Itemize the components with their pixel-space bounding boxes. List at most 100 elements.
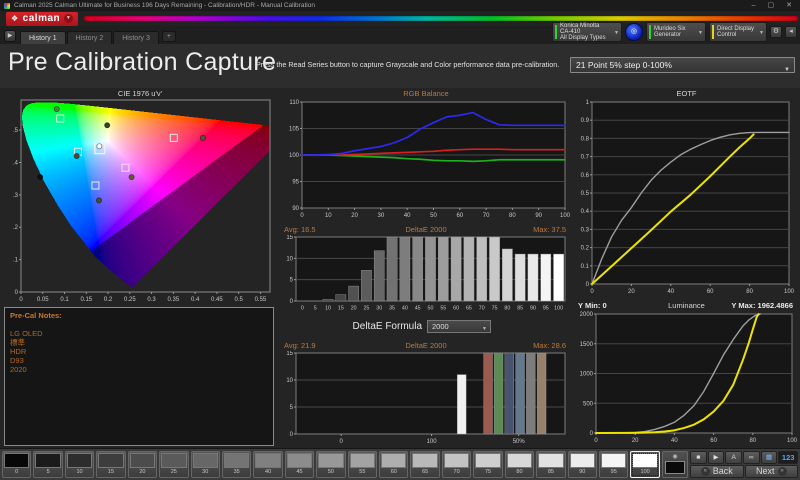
- tab-bar: ▶ History 1 History 2 History 3 + Konica…: [0, 22, 800, 44]
- gray-patch-button[interactable]: 70: [441, 451, 472, 478]
- source-button[interactable]: Murideo Six Generator ▼: [646, 22, 706, 42]
- patch-level-label: 75: [484, 469, 492, 475]
- tab-history-1[interactable]: History 1: [20, 31, 66, 44]
- gray-patch-button[interactable]: 25: [159, 451, 189, 478]
- gray-patch-button[interactable]: 30: [190, 451, 220, 478]
- pattern-toggle-button[interactable]: ▦: [760, 451, 778, 464]
- tab-history-2[interactable]: History 2: [66, 31, 113, 44]
- logo-menu-caret-icon[interactable]: ▼: [64, 14, 74, 23]
- pattern-strip: 0 5 10 15 20 25 30 35 40 45 50 55 60 65 70 75 80 85 90 95 10…: [0, 448, 800, 480]
- autocal-button[interactable]: A: [725, 451, 743, 464]
- gray-patch-button[interactable]: 15: [96, 451, 126, 478]
- svg-text:0: 0: [290, 299, 294, 305]
- svg-text:0.05: 0.05: [37, 297, 49, 303]
- collapse-panel-button[interactable]: ◂: [785, 26, 797, 38]
- svg-text:40: 40: [667, 289, 674, 295]
- chevron-down-icon: ▼: [482, 326, 487, 332]
- svg-text:30: 30: [378, 213, 385, 219]
- note-line: LG OLED: [10, 329, 43, 338]
- svg-text:40: 40: [404, 213, 411, 219]
- page-description: Press the Read Series button to capture …: [256, 60, 560, 69]
- grayscale-deltae-max: Max: 37.5: [533, 225, 566, 234]
- rgb-balance-panel: RGB Balance 90 95 100 105 110 0 10 20 30 40 50 60 70…: [282, 88, 571, 221]
- settings-button[interactable]: ⚙: [770, 26, 782, 38]
- history-panel-toggle[interactable]: ▶: [4, 30, 16, 42]
- notes-title: Pre-Cal Notes:: [10, 311, 62, 320]
- pattern-window-button[interactable]: ◉: [662, 451, 688, 478]
- point-count-select[interactable]: 21 Point 5% step 0-100% ▼: [570, 57, 795, 73]
- gray-patch-button[interactable]: 10: [64, 451, 95, 478]
- next-button[interactable]: Next »: [744, 465, 798, 478]
- svg-text:100: 100: [560, 213, 570, 219]
- gray-patch-button[interactable]: 45: [284, 451, 315, 478]
- gray-patch-button[interactable]: 95: [599, 451, 629, 478]
- svg-text:0.5: 0.5: [581, 191, 590, 197]
- gray-patch-button[interactable]: 0: [2, 451, 32, 478]
- gray-patch-button[interactable]: 75: [473, 451, 503, 478]
- gray-patch-button[interactable]: 100: [630, 451, 660, 478]
- svg-text:0.3: 0.3: [147, 297, 156, 303]
- calman-logo-button[interactable]: ❖ calman ▼: [6, 11, 79, 26]
- gray-patch-button[interactable]: 5: [33, 451, 63, 478]
- precal-notes-panel[interactable]: Pre-Cal Notes: LG OLED 標準 HDR D93 2020: [4, 307, 274, 446]
- gray-patch-button[interactable]: 50: [316, 451, 346, 478]
- deltae-formula-select[interactable]: 2000 ▼: [427, 320, 491, 333]
- gray-patch-button[interactable]: 85: [536, 451, 566, 478]
- svg-text:.2: .2: [13, 225, 19, 231]
- close-icon[interactable]: ✕: [786, 1, 792, 10]
- patch-level-label: 5: [46, 469, 50, 475]
- patch-level-label: 0: [15, 469, 19, 475]
- gray-patch-button[interactable]: 55: [347, 451, 378, 478]
- svg-text:70: 70: [479, 306, 485, 312]
- patch-level-label: 55: [359, 469, 366, 475]
- svg-text:10: 10: [325, 306, 331, 312]
- gray-patch-button[interactable]: 80: [504, 451, 535, 478]
- source-connected-indicator: [649, 25, 651, 39]
- brand-diamond-icon: ❖: [11, 14, 19, 23]
- read-series-button[interactable]: ▶: [707, 451, 725, 464]
- gray-patch-button[interactable]: 90: [567, 451, 598, 478]
- patch-level-label: 10: [76, 469, 83, 475]
- deltae-formula-label: DeltaE Formula: [352, 321, 422, 332]
- svg-text:60: 60: [456, 213, 463, 219]
- svg-text:60: 60: [710, 438, 717, 444]
- maximize-icon[interactable]: ▢: [768, 1, 775, 10]
- stop-button[interactable]: ■: [690, 451, 707, 464]
- svg-text:2000: 2000: [580, 312, 594, 318]
- gray-patch-button[interactable]: 20: [127, 451, 158, 478]
- color-deltae-max: Max: 28.6: [533, 341, 566, 350]
- svg-text:0.55: 0.55: [255, 297, 267, 303]
- note-line: 標準: [10, 338, 25, 347]
- svg-text:85: 85: [517, 306, 523, 312]
- gray-swatch: [569, 453, 596, 468]
- rgb-balance-chart: 90 95 100 105 110 0 10 20 30 40 50 60 70 80 90 100: [282, 99, 571, 226]
- gray-patch-button[interactable]: 60: [379, 451, 409, 478]
- meter-button[interactable]: Konica Minolta CA-410 All Display Types …: [552, 22, 622, 42]
- svg-text:40: 40: [402, 306, 408, 312]
- continuous-read-button[interactable]: ∞: [743, 451, 760, 464]
- note-line: D93: [10, 356, 24, 365]
- gray-patch-button[interactable]: 65: [410, 451, 440, 478]
- eotf-panel: EOTF 0 0.1 0.2 0.3 0.4 0.5 0.6 0.7 0.8 0.9 1 0 20 40 6…: [576, 88, 797, 297]
- chevron-down-icon: ▼: [759, 30, 764, 36]
- svg-text:0.15: 0.15: [80, 297, 92, 303]
- svg-text:20: 20: [628, 289, 635, 295]
- patch-level-label: 85: [547, 469, 554, 475]
- gray-swatch: [223, 453, 250, 468]
- svg-text:0.4: 0.4: [581, 209, 590, 215]
- cie-gamut-canvas: [21, 100, 270, 292]
- svg-text:100: 100: [787, 438, 797, 444]
- tab-history-3[interactable]: History 3: [113, 31, 159, 44]
- svg-text:90: 90: [292, 206, 299, 212]
- minimize-icon[interactable]: –: [752, 1, 756, 10]
- svg-text:50%: 50%: [513, 439, 526, 445]
- pattern-target-icon: ◉: [672, 454, 678, 460]
- gray-patch-button[interactable]: 40: [253, 451, 283, 478]
- deltae-formula-row: DeltaE Formula 2000 ▼: [282, 317, 570, 336]
- svg-text:10: 10: [286, 256, 293, 262]
- add-tab-button[interactable]: +: [161, 31, 176, 42]
- gray-patch-button[interactable]: 35: [221, 451, 252, 478]
- display-control-button[interactable]: Direct Display Control ▼: [709, 22, 767, 42]
- back-button[interactable]: « Back: [690, 465, 744, 478]
- meter-status-button[interactable]: ◎: [625, 23, 643, 41]
